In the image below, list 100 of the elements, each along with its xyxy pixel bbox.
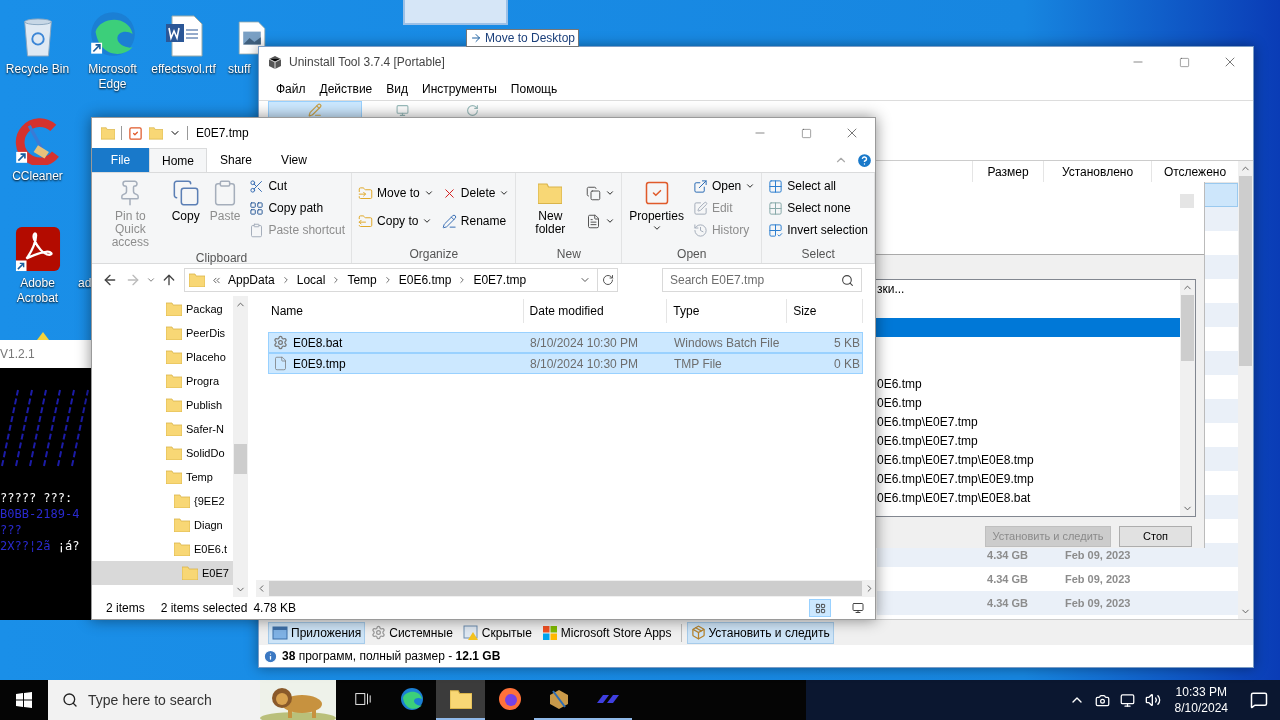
ribbon-button[interactable]: Properties <box>625 175 688 233</box>
properties-icon[interactable] <box>128 125 143 141</box>
log-row[interactable]: 0E6.tmp\E0E7.tmp <box>875 432 1180 451</box>
breadcrumb[interactable]: E0E6.tmp <box>398 271 452 289</box>
log-row[interactable]: 0E6.tmp\E0E7.tmp\E0E9.tmp <box>875 470 1180 489</box>
scrollbar[interactable] <box>1238 161 1253 619</box>
folder-icon <box>149 125 163 141</box>
ribbon-tab[interactable]: Share <box>207 148 265 172</box>
nav-tree-item[interactable]: PeerDis <box>92 321 233 345</box>
search-field[interactable]: Type here to search <box>48 680 336 720</box>
ribbon-button[interactable]: Delete <box>438 182 513 204</box>
menu-item[interactable]: Помощь <box>503 79 565 98</box>
help-icon[interactable] <box>856 152 873 169</box>
nav-tree-item[interactable]: Temp <box>92 465 233 489</box>
camera-icon[interactable] <box>1094 692 1110 708</box>
folder-icon <box>166 350 182 364</box>
clock[interactable]: 10:33 PM 8/10/2024 <box>1170 684 1232 716</box>
caret-icon <box>605 188 616 198</box>
window-icon <box>272 624 288 641</box>
scrollbar[interactable] <box>256 580 875 597</box>
breadcrumb[interactable]: Temp <box>347 271 377 289</box>
log-row[interactable]: зки... <box>875 280 1180 299</box>
triangle-icon <box>37 332 49 340</box>
breadcrumb[interactable]: E0E7.tmp <box>473 271 527 289</box>
log-row[interactable]: 0E6.tmp\E0E7.tmp\E0E8.tmp <box>875 451 1180 470</box>
scrollbar-thumb[interactable] <box>1181 295 1194 361</box>
ribbon-button[interactable]: Cut <box>246 175 349 197</box>
column-header[interactable]: Type <box>667 299 788 323</box>
column-header[interactable]: Name <box>268 299 524 323</box>
category-tab[interactable]: Скрытые <box>458 621 536 644</box>
log-row[interactable]: 0E6.tmp\E0E7.tmp <box>875 413 1180 432</box>
column-header[interactable]: Date modified <box>523 299 668 323</box>
address-bar[interactable]: AppData Local Temp E0E6.tmp E0E7.tmp <box>184 268 618 292</box>
table-cell-text: 4.34 GB <box>986 572 1029 587</box>
install-monitor-button[interactable]: Установить и следить <box>686 621 834 644</box>
caret-icon <box>745 181 756 191</box>
ribbon-button[interactable]: New folder <box>519 175 582 236</box>
log-row[interactable]: 0E6.tmp <box>875 375 1180 394</box>
caret-icon <box>423 188 434 198</box>
category-tab[interactable]: Microsoft Store Apps <box>537 621 676 644</box>
back-icon[interactable] <box>102 272 118 288</box>
ribbon-tab[interactable]: File <box>92 148 149 172</box>
breadcrumb[interactable]: AppData <box>228 271 275 289</box>
nav-tree-item[interactable]: Progra <box>92 369 233 393</box>
refresh-icon[interactable] <box>601 274 614 286</box>
ribbon-group-label: Clipboard <box>194 250 249 267</box>
forward-icon[interactable] <box>125 272 141 288</box>
four-squares-icon <box>541 624 558 641</box>
folder-icon <box>166 374 182 388</box>
nav-tree-item[interactable]: Packag <box>92 297 233 321</box>
file-row[interactable]: E0E8.bat 8/10/2024 10:30 PM Windows Batch File 5 KB <box>268 332 863 353</box>
category-tab[interactable]: Системные <box>367 621 457 644</box>
ribbon-button[interactable]: Copy <box>167 175 204 223</box>
nav-tree-item[interactable]: SolidDo <box>92 441 233 465</box>
nav-tree-item[interactable]: E0E6.t <box>92 537 233 561</box>
search-field[interactable]: Search E0E7.tmp <box>662 268 862 292</box>
dialog-button[interactable]: Стоп <box>1119 526 1192 547</box>
ribbon-button[interactable]: Invert selection <box>765 219 871 241</box>
ribbon-tab[interactable]: View <box>265 148 323 172</box>
status-text: 4.78 KB <box>253 600 297 617</box>
scrollbar[interactable] <box>233 296 248 597</box>
ribbon-tab[interactable]: Home <box>149 148 207 172</box>
file-name: E0E8.bat <box>293 334 343 352</box>
recent-caret-icon[interactable] <box>146 275 156 285</box>
menu-item[interactable]: Файл <box>269 79 313 98</box>
nav-tree-item[interactable]: Safer-N <box>92 417 233 441</box>
nav-tree-item[interactable]: Diagn <box>92 513 233 537</box>
nav-tree-item[interactable]: E0E7 <box>92 561 233 585</box>
menu-item[interactable]: Вид <box>379 79 415 98</box>
scrollbar[interactable] <box>1180 280 1195 516</box>
nav-tree-item[interactable]: {9EE2 <box>92 489 233 513</box>
category-tab[interactable]: Приложения <box>268 621 366 644</box>
file-row[interactable]: E0E9.tmp 8/10/2024 10:30 PM TMP File 0 KB <box>268 353 863 374</box>
ribbon-button[interactable]: Move to <box>355 182 437 204</box>
nav-tree-item[interactable]: Publish <box>92 393 233 417</box>
network-icon[interactable] <box>1119 692 1135 708</box>
ribbon-button[interactable]: Open <box>689 175 759 197</box>
nav-tree-item[interactable]: Placeho <box>92 345 233 369</box>
ribbon-button[interactable]: Copy path <box>246 197 349 219</box>
menu-item[interactable]: Действие <box>312 79 380 98</box>
browser-icon <box>88 10 137 58</box>
column-header[interactable]: Size <box>787 299 863 323</box>
taskbar-app-button[interactable] <box>436 680 485 720</box>
scrollbar-thumb[interactable] <box>1239 176 1252 366</box>
scrollbar-thumb[interactable] <box>234 444 247 474</box>
scrollbar-thumb[interactable] <box>269 581 862 596</box>
ribbon-button[interactable]: Select all <box>765 175 871 197</box>
ribbon-button[interactable]: Rename <box>438 210 513 232</box>
breadcrumb[interactable]: Local <box>296 271 326 289</box>
volume-icon[interactable] <box>1144 692 1161 708</box>
notification-icon[interactable] <box>1250 691 1268 709</box>
ribbon-button[interactable]: Copy to <box>355 210 437 232</box>
log-row[interactable]: 0E6.tmp\E0E7.tmp\E0E8.bat <box>875 489 1180 508</box>
console-line: ??? <box>0 522 22 538</box>
ribbon-button[interactable]: Select none <box>765 197 871 219</box>
menu-item[interactable]: Инструменты <box>415 79 504 98</box>
details-view-button[interactable] <box>809 599 831 617</box>
log-row[interactable]: 0E6.tmp <box>875 394 1180 413</box>
up-icon[interactable] <box>161 272 177 288</box>
toolbar-button[interactable] <box>268 101 362 117</box>
